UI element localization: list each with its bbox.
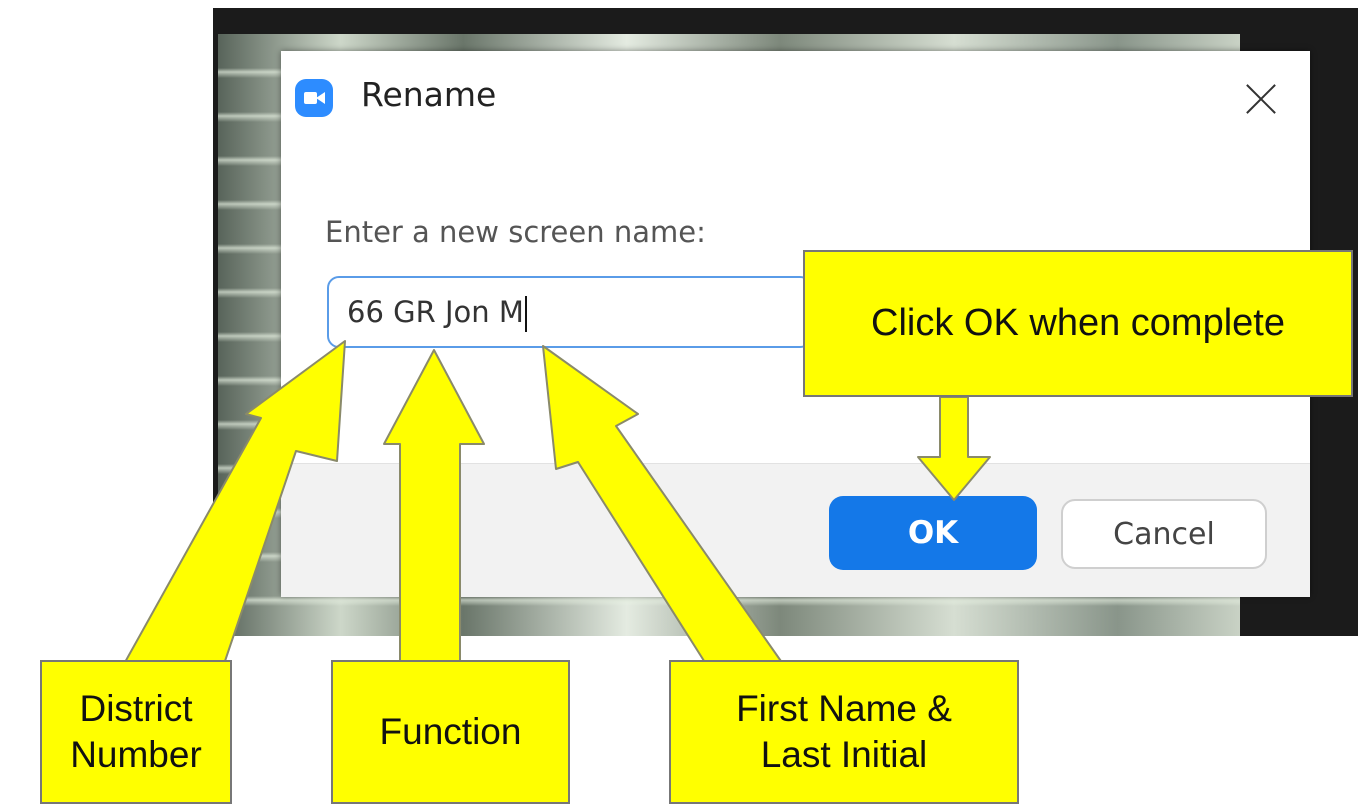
text-caret [524,296,527,332]
screen-name-input[interactable]: 66 GR Jon M [327,276,812,348]
callout-function: Function [331,660,570,804]
screen-name-label: Enter a new screen name: [325,215,706,249]
callout-district-number: District Number [40,660,232,804]
screen-name-value: 66 GR Jon M [347,295,524,329]
dialog-title: Rename [361,75,497,114]
callout-first-name: First Name & Last Initial [669,660,1019,804]
zoom-camera-icon [295,79,333,117]
ok-button[interactable]: OK [829,496,1037,570]
camera-lens [316,92,325,104]
callout-click-ok: Click OK when complete [803,250,1353,397]
dialog-titlebar: Rename [281,51,1310,137]
cancel-button[interactable]: Cancel [1061,499,1267,569]
close-icon[interactable] [1236,73,1288,125]
